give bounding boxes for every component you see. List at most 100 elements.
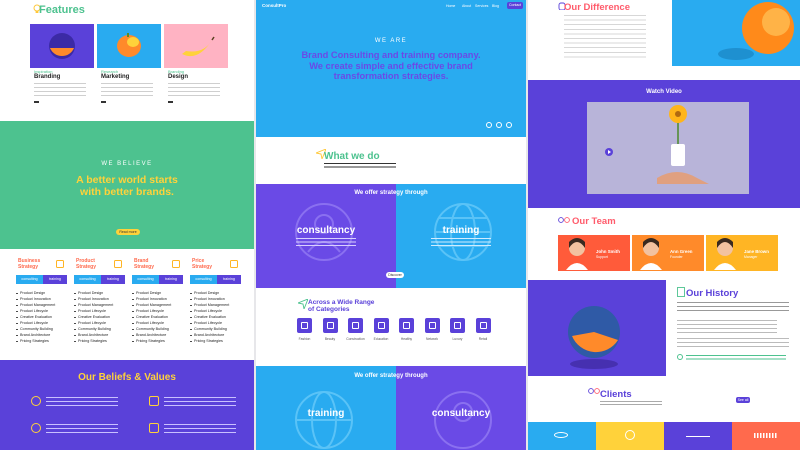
document-icon	[677, 287, 685, 297]
history-text-placeholder	[677, 338, 789, 348]
bullet-icon	[132, 316, 134, 319]
right-page-screenshot: Our Difference Watch Video Our Team Our …	[528, 0, 800, 450]
nav-link-about[interactable]: About	[462, 4, 471, 8]
feature-text-placeholder	[34, 83, 86, 97]
what-we-do-title: What we do	[324, 151, 380, 162]
bullet-icon	[74, 304, 76, 307]
plan-feature-item: Creative Evaluation	[194, 315, 226, 319]
twitter-icon[interactable]	[486, 122, 492, 128]
discover-button[interactable]: Discover	[386, 272, 404, 278]
tab-training[interactable]: training	[43, 275, 67, 284]
nav-link-services[interactable]: Services	[475, 4, 488, 8]
category-label: Education	[373, 337, 389, 341]
plan-feature-item: Pricing Strategies	[78, 339, 107, 343]
avatar	[712, 236, 738, 270]
bullet-icon	[16, 304, 18, 307]
client-logo	[596, 422, 664, 450]
read-more-button[interactable]: Read more	[116, 229, 140, 235]
tab-training[interactable]: training	[159, 275, 183, 284]
categories-title: Across a Wide Range of Categories	[308, 299, 374, 313]
strategy-heading: We offer strategy through	[354, 373, 428, 379]
category-icon-glyph	[403, 322, 410, 329]
bullet-icon	[190, 316, 192, 319]
arrow-icon[interactable]	[168, 101, 173, 103]
facebook-icon[interactable]	[496, 122, 502, 128]
avatar	[638, 236, 664, 270]
history-text-placeholder	[677, 320, 777, 336]
see-all-button[interactable]: See all	[736, 397, 750, 403]
plan-icon	[172, 260, 180, 268]
bullet-icon	[190, 310, 192, 313]
hero-headline-line: transformation strategies.	[333, 71, 449, 81]
client-logo-mark	[754, 433, 778, 438]
bullet-icon	[16, 298, 18, 301]
tab-consulting[interactable]: consulting	[74, 275, 101, 284]
difference-title: Our Difference	[564, 2, 630, 13]
categories-title-line: of Categories	[308, 306, 350, 313]
hero-eyebrow: WE ARE	[374, 38, 408, 44]
tab-training[interactable]: training	[101, 275, 125, 284]
consultancy-text-placeholder	[296, 238, 356, 248]
instagram-icon[interactable]	[506, 122, 512, 128]
bullet-icon	[16, 334, 18, 337]
client-logo-mark	[554, 432, 568, 438]
category-icon-glyph	[479, 322, 487, 329]
bullet-icon	[190, 340, 192, 343]
bullet-icon	[74, 334, 76, 337]
category-label: Network	[425, 337, 439, 341]
hero-headline: Brand Consulting and training company. W…	[256, 50, 526, 82]
nav-link-blog[interactable]: Blog	[492, 4, 499, 8]
what-we-do-text-placeholder	[324, 163, 396, 170]
feature-title: Design	[168, 74, 189, 80]
belief-text-placeholder	[164, 424, 236, 434]
bullet-icon	[190, 292, 192, 295]
bullet-icon	[74, 292, 76, 295]
bullet-icon	[190, 298, 192, 301]
clients-title: Clients	[600, 389, 632, 400]
tab-consulting[interactable]: consulting	[16, 275, 43, 284]
believe-headline: A better world starts with better brands…	[0, 174, 254, 198]
plan-title-line: Strategy	[18, 264, 39, 270]
nav-link-home[interactable]: Home	[446, 4, 455, 8]
team-member-name: Jane Brown	[744, 249, 769, 254]
belief-text-placeholder	[46, 424, 118, 434]
logo[interactable]: ConsultPro	[262, 3, 286, 8]
bullet-icon	[132, 298, 134, 301]
team-member-name: Ann Green	[670, 249, 693, 254]
consultancy-label: consultancy	[431, 408, 491, 419]
check-icon	[677, 354, 683, 360]
history-text-placeholder	[677, 302, 789, 314]
bullet-icon	[74, 340, 76, 343]
history-title: Our History	[686, 288, 739, 299]
bullet-icon	[132, 292, 134, 295]
plan-feature-item: Community Building	[78, 327, 111, 331]
play-icon[interactable]	[605, 148, 613, 156]
category-icon-glyph	[377, 322, 385, 329]
contact-button[interactable]: Contact	[507, 2, 523, 9]
strategy-heading: We offer strategy through	[354, 190, 428, 196]
bullet-icon	[132, 334, 134, 337]
category-label: Luxury	[452, 337, 463, 341]
plan-feature-item: Product Design	[194, 291, 220, 295]
plan-feature-item: Brand Architecture	[194, 333, 225, 337]
tab-consulting[interactable]: consulting	[132, 275, 159, 284]
tab-training[interactable]: training	[217, 275, 241, 284]
arrow-icon[interactable]	[34, 101, 39, 103]
plan-title-line: Strategy	[134, 264, 155, 270]
beliefs-title: Our Beliefs & Values	[78, 372, 176, 383]
video-title: Watch Video	[646, 89, 682, 95]
training-label: training	[442, 225, 480, 236]
bullet-icon	[132, 340, 134, 343]
client-logo-mark	[686, 433, 710, 437]
bullet-icon	[16, 340, 18, 343]
tab-consulting[interactable]: consulting	[190, 275, 217, 284]
plan-icon	[230, 260, 238, 268]
client-logo	[664, 422, 732, 450]
bullet-icon	[190, 334, 192, 337]
arrow-icon[interactable]	[101, 101, 106, 103]
bullet-icon	[190, 328, 192, 331]
training-text-placeholder	[431, 238, 491, 248]
plan-feature-item: Product Lifecycle	[20, 309, 49, 313]
plan-icon	[114, 260, 122, 268]
team-title: Our Team	[572, 216, 616, 227]
